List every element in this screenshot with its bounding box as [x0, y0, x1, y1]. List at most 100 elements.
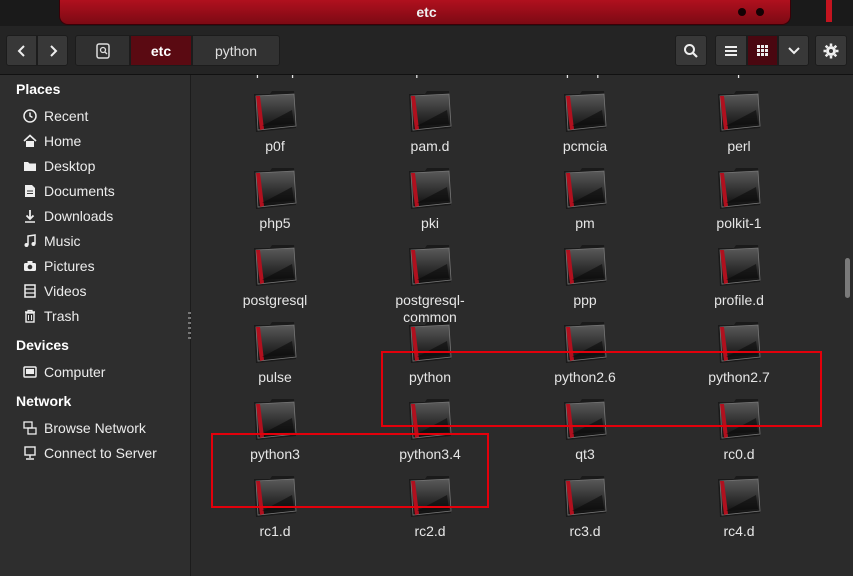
folder-item[interactable]: ppp	[510, 240, 660, 309]
sidebar-item-documents[interactable]: Documents	[22, 180, 187, 202]
clock-icon	[22, 108, 38, 124]
highlight-box	[211, 433, 489, 508]
sidebar-item-label: Music	[44, 233, 81, 249]
close-button[interactable]	[826, 0, 832, 22]
grid-view-icon	[757, 45, 768, 56]
folder-item[interactable]: opt	[664, 75, 814, 79]
folder-item[interactable]: openmpi	[200, 75, 350, 79]
title-bar: etc	[0, 0, 853, 26]
folder-item[interactable]: polkit-1	[664, 163, 814, 232]
folder-item[interactable]: pam.d	[355, 86, 505, 155]
sidebar-item-downloads[interactable]: Downloads	[22, 205, 187, 227]
folder-icon	[250, 317, 300, 367]
places-heading: Places	[16, 81, 61, 97]
forward-button[interactable]	[37, 35, 68, 66]
folder-label: pcmcia	[562, 138, 608, 154]
folder-label: qt3	[575, 446, 595, 462]
settings-button[interactable]	[815, 35, 847, 66]
sidebar-item-label: Computer	[44, 364, 106, 380]
folder-icon	[560, 471, 610, 521]
folder-label: profile.d	[714, 292, 764, 308]
sidebar-item-pictures[interactable]: Pictures	[22, 255, 187, 277]
sidebar-item-label: Trash	[44, 308, 80, 324]
folder-icon	[560, 240, 610, 290]
trash-icon	[22, 308, 38, 324]
sidebar-item-label: Videos	[44, 283, 87, 299]
scrollbar-thumb[interactable]	[845, 258, 850, 298]
folder-label: pam.d	[410, 138, 450, 154]
search-button[interactable]	[675, 35, 707, 66]
sidebar-resize-handle[interactable]	[188, 312, 191, 340]
folder-item[interactable]: postgresql-common	[355, 240, 505, 326]
folder-label: rc4.d	[723, 523, 755, 539]
folder-item[interactable]: pcmcia	[510, 86, 660, 155]
sidebar-item-label: Home	[44, 133, 82, 149]
folder-item[interactable]: openvpn	[510, 75, 660, 79]
film-icon	[22, 283, 38, 299]
sidebar-item-recent[interactable]: Recent	[22, 105, 187, 127]
sidebar-item-computer[interactable]: Computer	[22, 361, 187, 383]
breadcrumb-etc[interactable]: etc	[130, 35, 192, 66]
sidebar-item-label: Browse Network	[44, 420, 146, 436]
folder-item[interactable]: opensc	[355, 75, 505, 79]
home-icon	[22, 133, 38, 149]
folder-item[interactable]: postgresql	[200, 240, 350, 309]
sidebar-item-browse-network[interactable]: Browse Network	[22, 417, 187, 439]
folder-icon	[560, 86, 610, 136]
gear-icon	[823, 43, 839, 59]
sidebar-item-desktop[interactable]: Desktop	[22, 155, 187, 177]
folder-item[interactable]: p0f	[200, 86, 350, 155]
folder-icon	[250, 163, 300, 213]
sidebar-item-label: Documents	[44, 183, 115, 199]
breadcrumb-label: etc	[150, 42, 172, 59]
folder-label: pulse	[258, 369, 292, 385]
folder-item[interactable]: php5	[200, 163, 350, 232]
folder-icon	[560, 163, 610, 213]
breadcrumb-python[interactable]: python	[192, 35, 280, 66]
sidebar-item-music[interactable]: Music	[22, 230, 187, 252]
download-icon	[22, 208, 38, 224]
sidebar-item-label: Downloads	[44, 208, 114, 224]
folder-item[interactable]: pki	[355, 163, 505, 232]
folder-label: polkit-1	[716, 215, 762, 231]
folder-icon	[405, 86, 455, 136]
folder-label: perl	[727, 138, 751, 154]
folder-item[interactable]: pm	[510, 163, 660, 232]
highlight-box	[381, 351, 822, 427]
sidebar-item-home[interactable]: Home	[22, 130, 187, 152]
folder-icon	[714, 163, 764, 213]
network-icon	[22, 420, 38, 436]
folder-item[interactable]: pulse	[200, 317, 350, 386]
folder-label: pki	[421, 215, 439, 231]
sidebar-item-connect-to-server[interactable]: Connect to Server	[22, 442, 187, 464]
sidebar-item-videos[interactable]: Videos	[22, 280, 187, 302]
folder-icon	[714, 240, 764, 290]
folder-label: openvpn	[510, 75, 660, 79]
folder-icon	[405, 163, 455, 213]
folder-item[interactable]: rc3.d	[510, 471, 660, 540]
folder-label: rc2.d	[414, 523, 446, 539]
document-icon	[22, 183, 38, 199]
devices-heading: Devices	[16, 337, 69, 353]
sidebar-item-label: Connect to Server	[44, 445, 157, 461]
folder-label: opt	[664, 75, 814, 79]
sidebar: Places Recent Home Desktop Documents Downloa…	[0, 75, 191, 576]
folder-icon	[405, 240, 455, 290]
folder-item[interactable]: profile.d	[664, 240, 814, 309]
folder-label: openmpi	[200, 75, 350, 79]
sidebar-item-trash[interactable]: Trash	[22, 305, 187, 327]
chevron-left-icon	[17, 44, 27, 58]
folder-icon	[250, 240, 300, 290]
sidebar-item-label: Desktop	[44, 158, 96, 174]
folder-label: postgresql	[242, 292, 308, 308]
maximize-button[interactable]	[756, 8, 764, 16]
minimize-button[interactable]	[738, 8, 746, 16]
folder-item[interactable]: perl	[664, 86, 814, 155]
folder-item[interactable]: rc4.d	[664, 471, 814, 540]
list-view-button[interactable]	[715, 35, 747, 66]
grid-view-button[interactable]	[747, 35, 778, 66]
back-button[interactable]	[6, 35, 37, 66]
folder-label: pm	[575, 215, 595, 231]
location-toggle-button[interactable]	[75, 35, 130, 66]
view-options-button[interactable]	[778, 35, 809, 66]
